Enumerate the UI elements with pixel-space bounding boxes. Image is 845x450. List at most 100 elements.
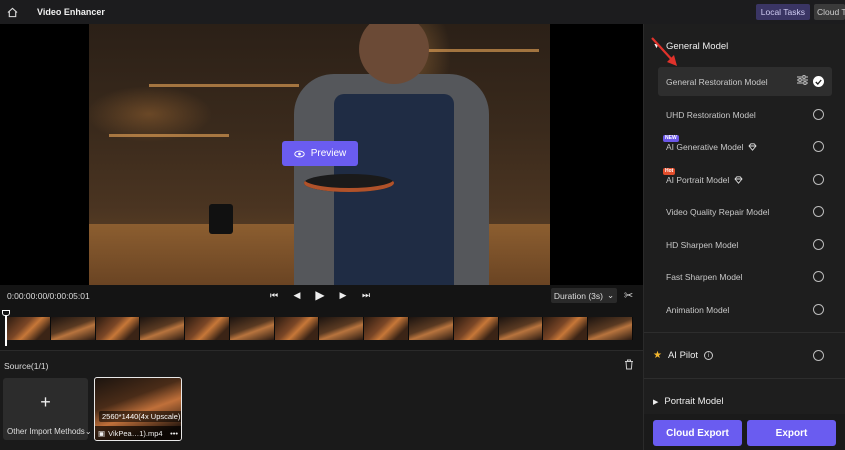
timeline[interactable] bbox=[0, 310, 643, 348]
clip-name-bar: ▣ VikPea…1).mp4 ••• bbox=[95, 426, 181, 440]
timeline-thumbnail bbox=[274, 317, 320, 340]
duration-label: Duration (3s) bbox=[553, 290, 603, 301]
timeline-thumbnail bbox=[50, 317, 96, 340]
diamond-icon bbox=[734, 175, 743, 184]
model-hd-sharpen[interactable]: HD Sharpen Model bbox=[658, 230, 832, 259]
general-model-label: General Model bbox=[665, 41, 729, 52]
timeline-thumbnail bbox=[364, 317, 410, 340]
home-button[interactable] bbox=[0, 0, 24, 24]
filmstrip bbox=[6, 317, 633, 340]
cloud-export-button[interactable]: Cloud Export bbox=[653, 420, 742, 446]
hot-badge: Hot bbox=[663, 168, 676, 175]
star-icon: ★ bbox=[653, 350, 662, 361]
clip-filename: VikPea…1).mp4 bbox=[108, 428, 163, 438]
portrait-model-label: Portrait Model bbox=[664, 396, 724, 407]
export-button[interactable]: Export bbox=[747, 420, 836, 446]
preview-label: Preview bbox=[310, 148, 347, 159]
frying-pan bbox=[304, 174, 394, 192]
source-clip-card[interactable]: 2560*1440(4x Upscale) ▣ VikPea…1).mp4 ••… bbox=[94, 377, 182, 441]
model-name: Video Quality Repair Model bbox=[666, 206, 770, 217]
model-radio[interactable] bbox=[813, 271, 824, 282]
video-preview-area: Preview bbox=[0, 24, 643, 285]
triangle-right-icon: ▶ bbox=[653, 398, 659, 406]
step-forward-icon[interactable]: ▶ bbox=[337, 289, 349, 301]
scissors-icon[interactable]: ✂ bbox=[624, 289, 633, 302]
preview-button[interactable]: Preview bbox=[282, 141, 358, 166]
model-radio-checked[interactable] bbox=[813, 76, 824, 87]
clip-resolution-badge: 2560*1440(4x Upscale) bbox=[99, 411, 181, 422]
portrait-model-header[interactable]: ▶ Portrait Model bbox=[653, 396, 724, 407]
step-back-icon[interactable]: ◀ bbox=[291, 289, 303, 301]
import-methods-label: Other Import Methods bbox=[7, 427, 85, 436]
more-icon[interactable]: ••• bbox=[170, 429, 178, 438]
skip-end-icon[interactable]: ⏭ bbox=[360, 289, 372, 301]
model-general-restoration[interactable]: General Restoration Model bbox=[658, 67, 832, 96]
home-icon bbox=[7, 7, 17, 17]
info-icon[interactable]: i bbox=[704, 351, 714, 360]
panel-footer: Cloud Export Export bbox=[644, 414, 845, 450]
model-radio[interactable] bbox=[813, 304, 824, 315]
import-card[interactable]: + Other Import Methods⌄ bbox=[3, 378, 92, 440]
playback-controls: 0:00:00:00/0:00:05:01 ⏮ ◀ ▶ ▶ ⏭ Duration… bbox=[0, 285, 643, 307]
timeline-thumbnail bbox=[95, 317, 141, 340]
settings-sliders-icon[interactable] bbox=[797, 75, 808, 88]
timeline-thumbnail bbox=[498, 317, 544, 340]
timeline-thumbnail bbox=[185, 317, 230, 340]
source-title: Source(1/1) bbox=[4, 361, 49, 371]
timeline-thumbnail bbox=[543, 317, 589, 340]
model-ai-portrait[interactable]: Hot AI Portrait Model bbox=[658, 165, 832, 194]
model-animation[interactable]: Animation Model bbox=[658, 295, 832, 324]
playhead-handle[interactable] bbox=[2, 310, 10, 316]
general-model-header[interactable]: ▼ General Model bbox=[653, 41, 728, 52]
divider bbox=[644, 332, 845, 333]
model-name: Fast Sharpen Model bbox=[666, 271, 743, 282]
film-icon: ▣ bbox=[98, 428, 106, 438]
timeline-thumbnail bbox=[140, 317, 186, 340]
timeline-thumbnail bbox=[588, 317, 633, 340]
top-bar: Video Enhancer Local Tasks Cloud T bbox=[0, 0, 845, 24]
kitchen-shelf bbox=[109, 134, 229, 137]
model-radio[interactable] bbox=[813, 206, 824, 217]
triangle-down-icon: ▼ bbox=[653, 43, 660, 50]
trash-icon[interactable] bbox=[624, 359, 636, 371]
skip-start-icon[interactable]: ⏮ bbox=[268, 289, 280, 301]
timeline-thumbnail bbox=[229, 317, 275, 340]
timeline-thumbnail bbox=[409, 317, 454, 340]
new-badge: NEW bbox=[663, 135, 679, 142]
model-name: General Restoration Model bbox=[666, 76, 768, 87]
source-area: Source(1/1) + Other Import Methods⌄ 2560… bbox=[0, 350, 643, 450]
diamond-icon bbox=[748, 142, 758, 151]
app-title: Video Enhancer bbox=[37, 7, 105, 17]
kitchen-shelf bbox=[419, 49, 539, 52]
divider bbox=[644, 378, 845, 379]
chevron-down-icon: ⌄ bbox=[84, 427, 92, 436]
ai-pilot-row[interactable]: ★ AI Pilot i bbox=[653, 350, 714, 361]
ai-pilot-radio[interactable] bbox=[813, 350, 824, 361]
model-panel: ▼ General Model General Restoration Mode… bbox=[643, 24, 845, 450]
model-radio[interactable] bbox=[813, 239, 824, 250]
plus-icon: + bbox=[40, 392, 51, 412]
timecode: 0:00:00:00/0:00:05:01 bbox=[7, 291, 90, 301]
model-name: HD Sharpen Model bbox=[666, 239, 739, 250]
ai-pilot-label: AI Pilot bbox=[667, 350, 699, 361]
model-name: AI Generative Model bbox=[666, 141, 744, 152]
chevron-down-icon: ⌄ bbox=[607, 290, 615, 300]
timeline-thumbnail bbox=[319, 317, 365, 340]
model-video-quality-repair[interactable]: Video Quality Repair Model bbox=[658, 197, 832, 226]
model-uhd-restoration[interactable]: UHD Restoration Model bbox=[658, 100, 832, 129]
camera-tripod bbox=[209, 204, 233, 234]
model-ai-generative[interactable]: NEW AI Generative Model bbox=[658, 132, 832, 161]
duration-dropdown[interactable]: Duration (3s) ⌄ bbox=[551, 288, 617, 303]
model-radio[interactable] bbox=[813, 174, 824, 185]
cloud-tasks-button[interactable]: Cloud T bbox=[814, 4, 845, 20]
model-fast-sharpen[interactable]: Fast Sharpen Model bbox=[658, 262, 832, 291]
play-icon[interactable]: ▶ bbox=[314, 288, 326, 302]
model-radio[interactable] bbox=[813, 109, 824, 120]
model-name: UHD Restoration Model bbox=[666, 109, 756, 120]
model-radio[interactable] bbox=[813, 141, 824, 152]
local-tasks-button[interactable]: Local Tasks bbox=[755, 4, 810, 20]
checkmark-icon bbox=[815, 79, 822, 85]
model-name: Animation Model bbox=[666, 304, 730, 315]
import-methods-dropdown[interactable]: Other Import Methods⌄ bbox=[7, 427, 92, 436]
eye-icon bbox=[293, 150, 305, 157]
